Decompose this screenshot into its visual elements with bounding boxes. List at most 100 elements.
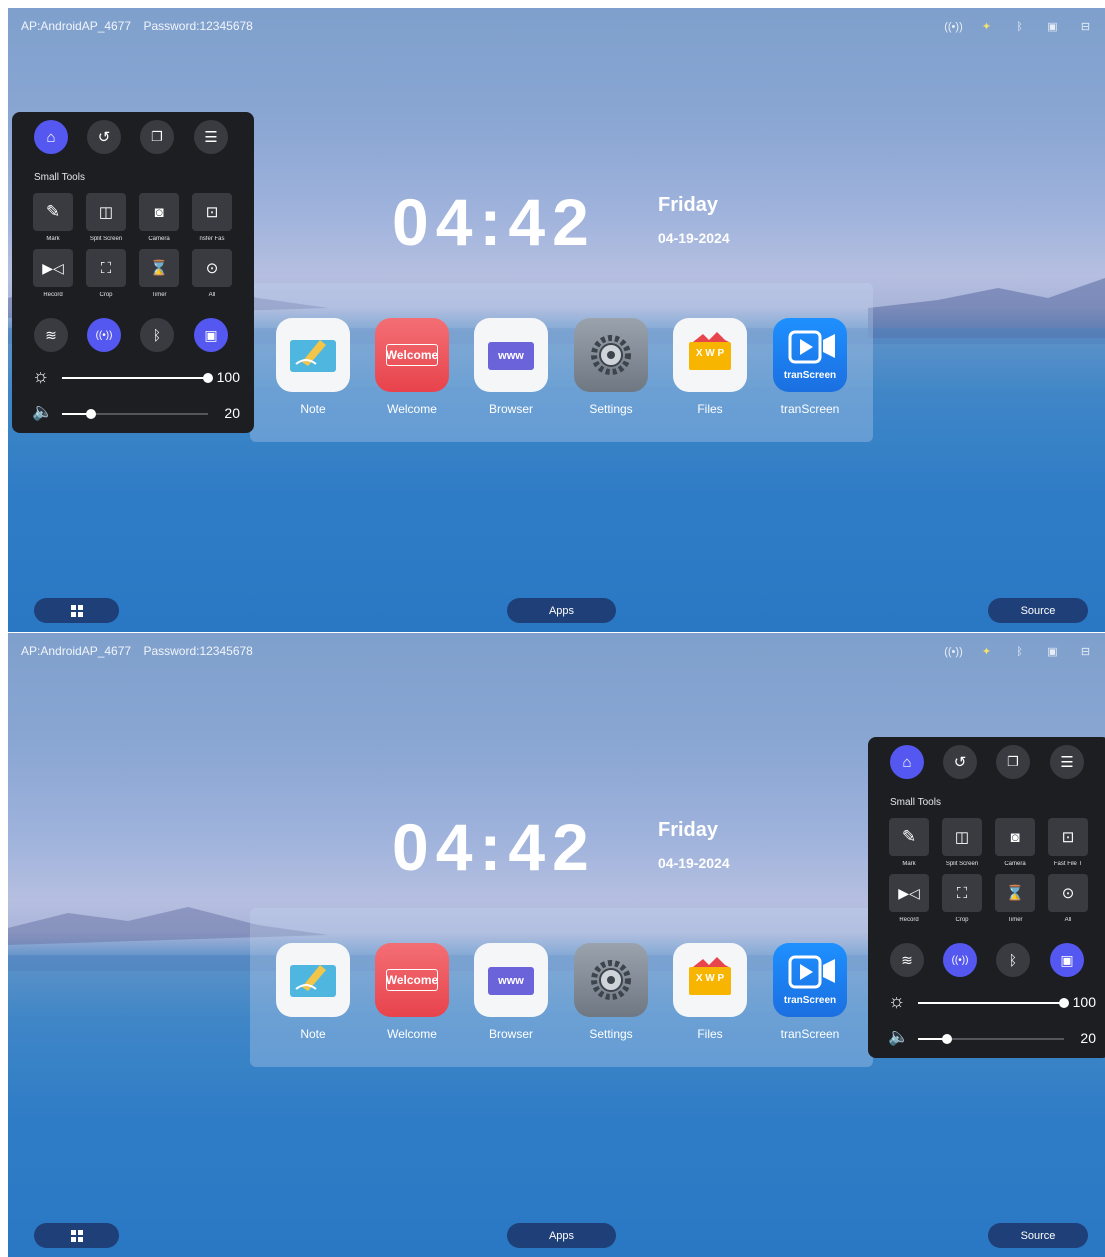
brightness-slider[interactable]: ☼ 100 [888, 991, 1096, 1014]
recent-apps-icon: ❐ [151, 129, 163, 144]
clock-time: 04:42 [392, 810, 596, 884]
app-files[interactable]: X W P Files [673, 318, 747, 416]
usb-icon[interactable]: ⊟ [1076, 18, 1095, 35]
files-badge: X W P [695, 348, 725, 359]
recent-apps-button[interactable]: ❐ [140, 120, 174, 154]
tool-fast-transfer[interactable]: ⊡ nsfer Fas [192, 193, 232, 242]
wifi-toggle[interactable]: ≋ [890, 943, 924, 977]
recent-apps-button[interactable]: ❐ [996, 745, 1030, 779]
app-files[interactable]: X W P Files [673, 943, 747, 1041]
app-label: tranScreen [780, 402, 840, 416]
menu-button[interactable]: ☰ [194, 120, 228, 154]
tool-label: Mark [46, 236, 60, 242]
brightness-icon: ☼ [32, 366, 50, 387]
source-button[interactable]: Source [988, 598, 1088, 623]
welcome-badge: Welcome [386, 969, 438, 991]
note-icon [276, 318, 350, 392]
split-screen-icon: ◫ [954, 829, 970, 846]
tool-record[interactable]: ▶◁ Record [33, 249, 73, 298]
back-button[interactable]: ↺ [943, 745, 977, 779]
hotspot-status: AP:AndroidAP_4677 Password:12345678 [21, 19, 262, 33]
app-settings[interactable]: Settings [574, 943, 648, 1041]
hotspot-toggle[interactable]: ((•)) [87, 318, 121, 352]
home-button[interactable]: ⌂ [890, 745, 924, 779]
app-browser[interactable]: www Browser [474, 318, 548, 416]
bluetooth-off-icon[interactable]: ᛒ [1010, 18, 1029, 35]
app-welcome[interactable]: Welcome Welcome [375, 943, 449, 1041]
screen-cast-toggle[interactable]: ▣ [1050, 943, 1084, 977]
slider-knob[interactable] [1059, 998, 1069, 1008]
windows-button[interactable] [34, 1223, 119, 1248]
screen-icon[interactable]: ▣ [1043, 643, 1062, 660]
tool-camera[interactable]: ◙ Camera [139, 193, 179, 242]
screen-cast-toggle[interactable]: ▣ [194, 318, 228, 352]
tool-label: Crop [955, 917, 969, 923]
bluetooth-off-icon[interactable]: ᛒ [1010, 643, 1029, 660]
menu-button[interactable]: ☰ [1050, 745, 1084, 779]
tool-split-screen[interactable]: ◫ Split Screen [86, 193, 126, 242]
app-transcreen[interactable]: tranScreen tranScreen [773, 943, 847, 1041]
apps-button[interactable]: Apps [507, 598, 616, 623]
tool-record[interactable]: ▶◁ Record [889, 874, 929, 923]
light-icon[interactable]: ✦ [977, 643, 996, 660]
tool-split-screen[interactable]: ◫ Split Screen [942, 818, 982, 867]
slider-fill [918, 1002, 1064, 1004]
tool-fast-transfer[interactable]: ⊡ Fast File T [1048, 818, 1088, 867]
tool-camera[interactable]: ◙ Camera [995, 818, 1035, 867]
app-browser[interactable]: www Browser [474, 943, 548, 1041]
back-button[interactable]: ↺ [87, 120, 121, 154]
windows-icon [70, 604, 83, 617]
hotspot-toggle[interactable]: ((•)) [943, 943, 977, 977]
fast-transfer-icon: ⊡ [205, 204, 219, 221]
small-tools-title: Small Tools [890, 797, 941, 808]
windows-button[interactable] [34, 598, 119, 623]
tool-timer[interactable]: ⌛ Timer [995, 874, 1035, 923]
usb-icon[interactable]: ⊟ [1076, 643, 1095, 660]
tool-timer[interactable]: ⌛ Timer [139, 249, 179, 298]
menu-icon: ☰ [1060, 754, 1074, 771]
slider-knob[interactable] [942, 1034, 953, 1044]
app-settings[interactable]: Settings [574, 318, 648, 416]
windows-icon [70, 1229, 83, 1242]
bluetooth-toggle[interactable]: ᛒ [996, 943, 1030, 977]
screen-icon[interactable]: ▣ [1043, 18, 1062, 35]
hotspot-icon[interactable]: ((•)) [944, 643, 963, 660]
slider-knob[interactable] [203, 373, 213, 383]
browser-icon: www [474, 318, 548, 392]
wifi-toggle[interactable]: ≋ [34, 318, 68, 352]
transcreen-badge: tranScreen [783, 995, 837, 1006]
volume-slider[interactable]: 🔈 20 [888, 1027, 1096, 1050]
system-tray: ((•)) ✦ ᛒ ▣ ⊟ [944, 643, 1095, 660]
app-label: Files [697, 1027, 723, 1041]
tool-all[interactable]: ⊙ All [192, 249, 232, 298]
hotspot-icon[interactable]: ((•)) [944, 18, 963, 35]
clock-day: Friday [658, 819, 719, 841]
bluetooth-toggle[interactable]: ᛒ [140, 318, 174, 352]
source-button[interactable]: Source [988, 1223, 1088, 1248]
tool-label: All [208, 292, 216, 298]
tool-label: Split Screen [89, 236, 123, 242]
home-button[interactable]: ⌂ [34, 120, 68, 154]
app-label: Welcome [387, 1027, 437, 1041]
tool-mark[interactable]: ✎ Mark [33, 193, 73, 242]
tool-all[interactable]: ⊙ All [1048, 874, 1088, 923]
tool-crop[interactable]: ⛶ Crop [86, 249, 126, 298]
volume-slider[interactable]: 🔈 20 [32, 402, 240, 425]
app-note[interactable]: Note [276, 943, 350, 1041]
welcome-badge: Welcome [386, 344, 438, 366]
app-transcreen[interactable]: tranScreen tranScreen [773, 318, 847, 416]
tool-mark[interactable]: ✎ Mark [889, 818, 929, 867]
tool-crop[interactable]: ⛶ Crop [942, 874, 982, 923]
slider-knob[interactable] [86, 409, 97, 419]
light-icon[interactable]: ✦ [977, 18, 996, 35]
pen-icon: ✎ [901, 827, 917, 846]
apps-button[interactable]: Apps [507, 1223, 616, 1248]
app-welcome[interactable]: Welcome Welcome [375, 318, 449, 416]
tool-label: All [1064, 917, 1072, 923]
app-label: Files [697, 402, 723, 416]
brightness-slider[interactable]: ☼ 100 [32, 366, 240, 389]
tool-label: Mark [902, 861, 916, 867]
app-note[interactable]: Note [276, 318, 350, 416]
app-label: Settings [589, 1027, 633, 1041]
clock-date: 04-19-2024 [658, 855, 730, 871]
